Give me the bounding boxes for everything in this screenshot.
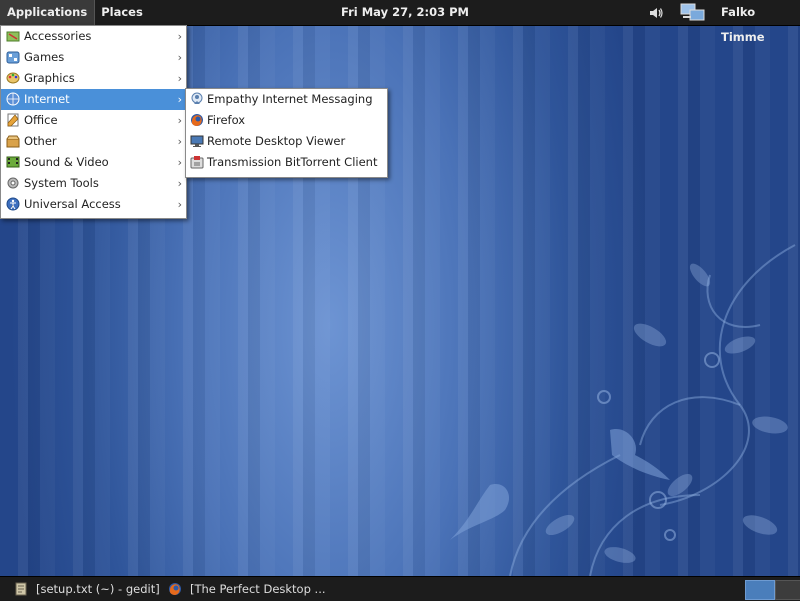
menu-item-system-tools[interactable]: System Tools ›: [1, 173, 186, 194]
gedit-icon: [15, 582, 27, 596]
menu-item-sound-video[interactable]: Sound & Video ›: [1, 152, 186, 173]
menu-item-label: Graphics: [24, 71, 75, 85]
menu-item-office[interactable]: Office ›: [1, 110, 186, 131]
chevron-right-icon: ›: [177, 93, 182, 106]
taskbar-button-label: [The Perfect Desktop ...: [190, 582, 326, 596]
firefox-icon: [169, 583, 181, 595]
top-panel: Applications Places Fri May 27, 2:03 PM …: [0, 0, 800, 44]
menu-item-label: Games: [24, 50, 65, 64]
chevron-right-icon: ›: [177, 156, 182, 169]
menu-item-label: System Tools: [24, 176, 99, 190]
submenu-item-label: Transmission BitTorrent Client: [207, 155, 378, 169]
submenu-item-transmission[interactable]: Transmission BitTorrent Client: [186, 152, 387, 173]
other-icon: [6, 135, 20, 148]
transmission-icon: [190, 156, 204, 169]
workspace-2-switcher[interactable]: [775, 580, 800, 600]
volume-icon[interactable]: [648, 5, 664, 21]
menu-item-graphics[interactable]: Graphics ›: [1, 68, 186, 89]
submenu-item-empathy[interactable]: Empathy Internet Messaging: [186, 89, 387, 110]
internet-icon: [6, 92, 20, 106]
menu-item-other[interactable]: Other ›: [1, 131, 186, 152]
menu-item-label: Sound & Video: [24, 155, 109, 169]
firefox-icon: [191, 114, 203, 126]
submenu-item-label: Remote Desktop Viewer: [207, 134, 346, 148]
applications-menu: Accessories › Games › Graphics › Interne…: [0, 25, 187, 219]
taskbar-button-firefox[interactable]: [The Perfect Desktop ...: [168, 577, 328, 601]
chevron-right-icon: ›: [177, 114, 182, 127]
menu-item-label: Internet: [24, 92, 70, 106]
clock[interactable]: Fri May 27, 2:03 PM: [341, 0, 469, 25]
internet-submenu: Empathy Internet Messaging Firefox Remot…: [185, 88, 388, 178]
workspace-1-switcher[interactable]: [745, 580, 775, 600]
universal-access-icon: [6, 197, 20, 211]
menu-item-accessories[interactable]: Accessories ›: [1, 26, 186, 47]
empathy-icon: [191, 92, 203, 104]
menu-item-label: Office: [24, 113, 58, 127]
submenu-item-label: Empathy Internet Messaging: [207, 92, 373, 106]
menu-item-games[interactable]: Games ›: [1, 47, 186, 68]
sound-video-icon: [6, 156, 20, 168]
menu-item-internet[interactable]: Internet ›: [1, 89, 186, 110]
taskbar-button-label: [setup.txt (~) - gedit]: [36, 582, 160, 596]
network-icon[interactable]: [680, 3, 706, 23]
chevron-right-icon: ›: [177, 177, 182, 190]
user-menu[interactable]: Falko Timme: [721, 0, 800, 44]
places-menu-button[interactable]: Places: [95, 0, 149, 25]
games-icon: [6, 51, 20, 64]
chevron-right-icon: ›: [177, 51, 182, 64]
chevron-right-icon: ›: [177, 30, 182, 43]
menu-item-label: Accessories: [24, 29, 92, 43]
submenu-item-label: Firefox: [207, 113, 246, 127]
bottom-taskbar: [setup.txt (~) - gedit] [The Perfect Des…: [0, 576, 800, 601]
menu-item-label: Other: [24, 134, 57, 148]
applications-menu-button[interactable]: Applications: [0, 0, 96, 25]
menu-item-universal-access[interactable]: Universal Access ›: [1, 194, 186, 215]
menu-item-label: Universal Access: [24, 197, 121, 211]
taskbar-button-gedit[interactable]: [setup.txt (~) - gedit]: [14, 577, 164, 601]
accessories-icon: [6, 31, 20, 42]
graphics-icon: [6, 72, 20, 84]
chevron-right-icon: ›: [177, 72, 182, 85]
remote-desktop-icon: [190, 135, 204, 147]
office-icon: [7, 113, 19, 127]
system-tools-icon: [7, 177, 19, 189]
chevron-right-icon: ›: [177, 198, 182, 211]
chevron-right-icon: ›: [177, 135, 182, 148]
submenu-item-firefox[interactable]: Firefox: [186, 110, 387, 131]
submenu-item-remote-desktop[interactable]: Remote Desktop Viewer: [186, 131, 387, 152]
